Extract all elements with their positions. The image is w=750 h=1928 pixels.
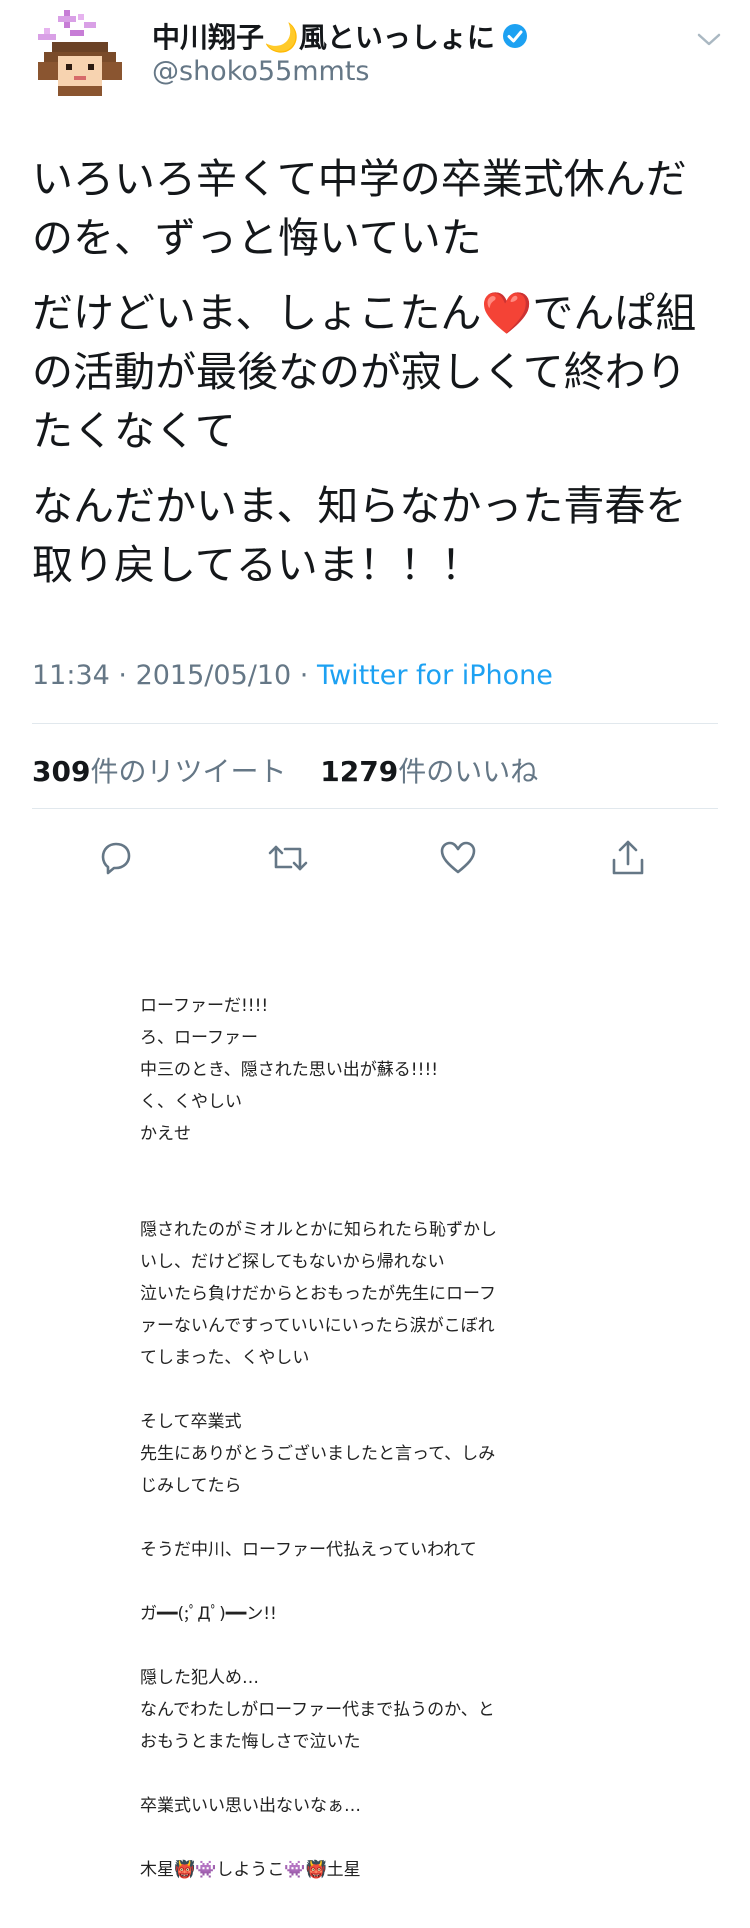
- like-button[interactable]: [430, 830, 486, 886]
- likes-label: 件のいいね: [398, 755, 539, 788]
- image-text-line: そうだ中川、ローファー代払えっていわれて: [140, 1540, 477, 1560]
- meta-separator: ·: [118, 660, 136, 691]
- image-text-line: 卒業式いい思い出ないなぁ…: [140, 1796, 361, 1816]
- divider: [32, 808, 718, 809]
- tweet-time[interactable]: 11:34: [32, 660, 110, 691]
- retweets-label: 件のリツイート: [90, 755, 287, 788]
- tweet-source-link[interactable]: Twitter for iPhone: [317, 660, 553, 691]
- tweet-header: 中川翔子🌙風といっしょに @shoko55mmts: [0, 0, 750, 110]
- retweet-button[interactable]: [260, 830, 316, 886]
- image-text-line: 隠されたのがミオルとかに知られたら恥ずかし: [140, 1220, 497, 1240]
- image-text-line: 泣いたら負けだからとおもったが先生にローフ: [140, 1284, 496, 1304]
- image-text-line: そして卒業式: [140, 1412, 242, 1432]
- image-text-line: ローファーだ!!!!: [140, 996, 269, 1016]
- tweet-text: いろいろ辛くて中学の卒業式休んだのを、ずっと悔いていた だけどいま、しょこたん❤…: [32, 150, 722, 611]
- image-text: ローファーだ!!!! ろ、ローファー中三のとき、隠された思い出が蘇る!!!! く、く…: [140, 990, 560, 1886]
- retweets-count: 309: [32, 755, 91, 788]
- share-button[interactable]: [600, 830, 656, 886]
- likes-stat[interactable]: 1279件のいいね: [320, 755, 538, 788]
- tweet-date[interactable]: 2015/05/10: [136, 660, 292, 691]
- reply-icon: [101, 842, 131, 875]
- tweet-paragraph: いろいろ辛くて中学の卒業式休んだのを、ずっと悔いていた: [32, 155, 687, 262]
- tweet-paragraph: なんだかいま、知らなかった青春を取り戻してるいま！！！: [32, 482, 687, 589]
- image-text-line: 先生にありがとうございましたと言って、しみ: [140, 1444, 496, 1464]
- chevron-down-icon[interactable]: [694, 24, 724, 54]
- image-text-line: てしまった、くやしい: [140, 1348, 310, 1368]
- tweet-image[interactable]: ローファーだ!!!! ろ、ローファー中三のとき、隠された思い出が蘇る!!!! く、く…: [0, 898, 750, 1928]
- divider: [32, 723, 718, 724]
- image-text-line: いし、だけど探してもないから帰れない: [140, 1252, 445, 1272]
- reply-button[interactable]: [88, 830, 144, 886]
- image-text-line: かえせ: [140, 1124, 191, 1144]
- display-name[interactable]: 中川翔子🌙風といっしょに: [152, 16, 529, 56]
- image-text-line: じみしてたら: [140, 1476, 242, 1496]
- tweet-stats: 309件のリツイート 1279件のいいね: [32, 750, 538, 790]
- retweet-icon: [268, 845, 308, 871]
- share-icon: [612, 840, 644, 875]
- image-text-line: 隠した犯人め…: [140, 1668, 259, 1688]
- avatar-icon[interactable]: [30, 8, 130, 103]
- image-text-line: ァーないんですっていいにいったら涙がこぼれ: [140, 1316, 495, 1336]
- meta-separator: ·: [299, 660, 317, 691]
- image-text-line: ろ、ローファー: [140, 1028, 258, 1048]
- likes-count: 1279: [320, 755, 399, 788]
- retweets-stat[interactable]: 309件のリツイート: [32, 755, 286, 788]
- heart-icon: [440, 841, 476, 874]
- image-text-line: ガ━━(;ﾟДﾟ)━━ン!!: [140, 1604, 277, 1624]
- image-text-line: 中三のとき、隠された思い出が蘇る!!!!: [140, 1060, 439, 1080]
- user-name: 中川翔子🌙風といっしょに: [152, 21, 495, 54]
- image-text-line: おもうとまた悔しさで泣いた: [140, 1732, 361, 1752]
- verified-badge-icon: [502, 24, 527, 48]
- tweet-paragraph: だけどいま、しょこたん❤️でんぱ組の活動が最後なのが寂しくて終わりたくなくて: [32, 289, 697, 455]
- user-handle[interactable]: @shoko55mmts: [152, 56, 370, 87]
- image-text-line: 木星👹👾しようこ👾👹土星: [140, 1860, 361, 1880]
- tweet-meta: 11:34 · 2015/05/10 · Twitter for iPhone: [32, 660, 553, 691]
- image-text-line: なんでわたしがローファー代まで払うのか、と: [140, 1700, 495, 1720]
- image-text-line: く、くやしい: [140, 1092, 242, 1112]
- tweet-actions: [0, 830, 750, 886]
